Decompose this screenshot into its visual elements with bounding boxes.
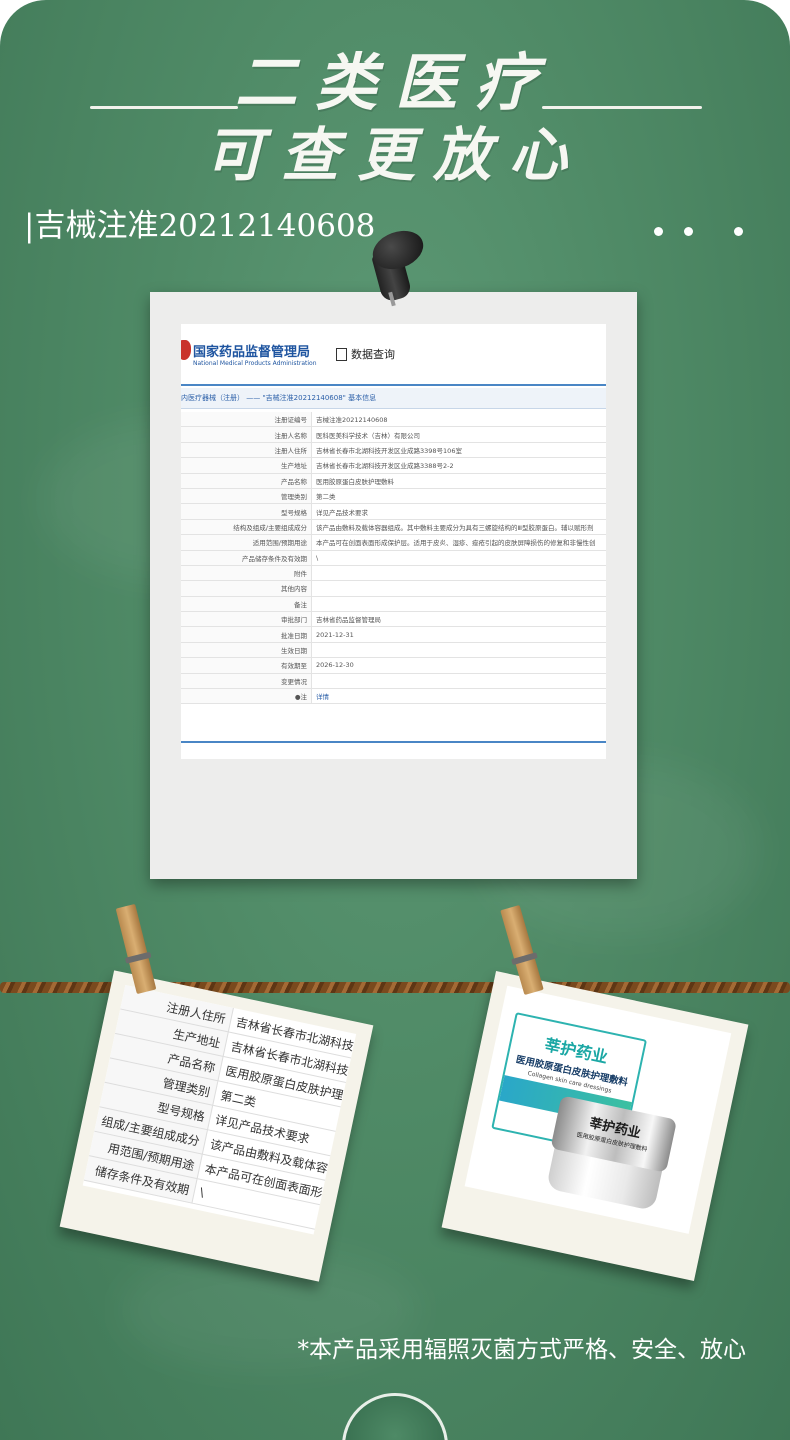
table-row: ●注 详情	[181, 688, 606, 705]
table-row: 生效日期	[181, 642, 606, 659]
clothespin-spring	[511, 952, 538, 966]
logo-english: National Medical Products Administration	[193, 360, 317, 367]
row-value: 吉林省长春市北湖科技开发区业成路3388号2-2	[311, 457, 606, 474]
logo-chinese: 国家药品监督管理局	[193, 345, 311, 360]
row-label: 产品储存条件及有效期	[181, 550, 312, 566]
registry-footer-line	[181, 741, 606, 743]
row-label: 型号规格	[181, 503, 312, 520]
registry-screenshot: 国家药品监督管理局 National Medical Products Admi…	[181, 324, 606, 759]
row-label: 注册人住所	[181, 442, 312, 459]
page: 二类医疗 可查更放心 |吉械注准20212140608 国家药品监督管理局 Na…	[0, 0, 790, 1440]
row-value: 详见产品技术要求	[311, 503, 606, 520]
row-label: 变更情况	[181, 673, 312, 690]
row-label: 注册证编号	[181, 412, 312, 428]
dot-icon	[684, 227, 693, 236]
table-row: 备注	[181, 596, 606, 613]
row-label: 有效期至	[181, 657, 312, 674]
table-row: 结构及组成/主要组成成分 该产品由敷料及载体容器组成。其中敷料主要成分为具有三螺旋…	[181, 519, 606, 536]
pinned-photo: 国家药品监督管理局 National Medical Products Admi…	[150, 292, 637, 879]
row-value: 2026-12-30	[311, 657, 606, 674]
row-value: 该产品由敷料及载体容器组成。其中敷料主要成分为具有三螺旋结构的Ⅲ型胶原蛋白。辅以…	[311, 519, 606, 536]
row-value	[311, 642, 606, 659]
row-value: \	[311, 550, 606, 566]
row-value: 第二类	[311, 488, 606, 505]
row-label: 备注	[181, 596, 312, 613]
table-row: 注册人名称 医科医美科学技术（吉林）有限公司	[181, 426, 606, 443]
row-value	[311, 580, 606, 597]
polaroid-registry-closeup: 注册人住所 吉林省长春市北湖科技开 生产地址 吉林省长春市北湖科技开 产品名称 医用胶原蛋…	[59, 970, 374, 1282]
row-label: 结构及组成/主要组成成分	[181, 519, 312, 536]
row-value: 2021-12-31	[311, 626, 606, 643]
product-photo: 莘护药业 医用胶原蛋白皮肤护理敷料 Collagen skin care dre…	[464, 985, 732, 1234]
row-value	[311, 565, 606, 582]
row-value: 吉林省药品监督管理局	[311, 611, 606, 628]
bottom-circle-decoration	[342, 1393, 448, 1440]
row-label: 其他内容	[181, 580, 312, 597]
registration-number: |吉械注准20212140608	[24, 208, 376, 244]
chalkboard-background: 二类医疗 可查更放心 |吉械注准20212140608 国家药品监督管理局 Na…	[0, 0, 790, 1440]
table-row: 变更情况	[181, 673, 606, 690]
closeup-table: 注册人住所 吉林省长春市北湖科技开 生产地址 吉林省长春市北湖科技开 产品名称 医用胶原蛋…	[83, 984, 357, 1233]
row-label: ●注	[181, 688, 312, 705]
breadcrumb: 内医疗器械（注册） —— "吉械注准20212140608" 基本信息	[181, 388, 606, 409]
table-row: 管理类别 第二类	[181, 488, 606, 505]
row-label: 产品名称	[181, 473, 312, 489]
table-row: 其他内容	[181, 580, 606, 597]
table-row: 产品储存条件及有效期 \	[181, 550, 606, 566]
search-icon[interactable]	[336, 348, 347, 361]
table-row: 适用范围/预期用途 本产品可在创面表面形成保护层。适用于皮炎、湿疹、痤疮引起的皮肤…	[181, 534, 606, 551]
table-row: 批准日期 2021-12-31	[181, 626, 606, 643]
table-row: 注册人住所 吉林省长春市北湖科技开发区业成路3398号106室	[181, 442, 606, 459]
table-row: 审批部门 吉林省药品监督管理局	[181, 611, 606, 628]
dot-icon	[654, 227, 663, 236]
row-label: 生效日期	[181, 642, 312, 659]
title-line-2: 可查更放心	[204, 121, 585, 189]
row-value: 医用胶原蛋白皮肤护理敷料	[311, 473, 606, 489]
table-row: 型号规格 详见产品技术要求	[181, 503, 606, 520]
row-value: 吉械注准20212140608	[311, 412, 606, 428]
polaroid-product: 莘护药业 医用胶原蛋白皮肤护理敷料 Collagen skin care dre…	[441, 971, 749, 1281]
emblem-icon	[181, 340, 191, 360]
registration-detail-table: 注册证编号 吉械注准20212140608 注册人名称 医科医美科学技术（吉林）有限公…	[181, 412, 606, 705]
row-label: 适用范围/预期用途	[181, 534, 312, 551]
row-label: 管理类别	[181, 488, 312, 505]
table-row: 生产地址 吉林省长春市北湖科技开发区业成路3388号2-2	[181, 457, 606, 474]
row-label: 注册人名称	[181, 426, 312, 443]
table-row: 有效期至 2026-12-30	[181, 657, 606, 674]
row-label: 审批部门	[181, 611, 312, 628]
row-label: 生产地址	[181, 457, 312, 474]
table-row: 注册证编号 吉械注准20212140608	[181, 412, 606, 428]
row-label: 批准日期	[181, 626, 312, 643]
registry-closeup: 注册人住所 吉林省长春市北湖科技开 生产地址 吉林省长春市北湖科技开 产品名称 医用胶原蛋…	[82, 984, 357, 1235]
row-value	[311, 673, 606, 690]
table-row: 附件	[181, 565, 606, 582]
row-value: 医科医美科学技术（吉林）有限公司	[311, 426, 606, 443]
data-query-link[interactable]: 数据查询	[351, 346, 395, 362]
row-value: 吉林省长春市北湖科技开发区业成路3398号106室	[311, 442, 606, 459]
row-value: 本产品可在创面表面形成保护层。适用于皮炎、湿疹、痤疮引起的皮肤屏障损伤的修复和非…	[311, 534, 606, 551]
row-label: 附件	[181, 565, 312, 582]
sterilization-footnote: *本产品采用辐照灭菌方式严格、安全、放心	[297, 1337, 747, 1363]
dot-icon	[734, 227, 743, 236]
row-value[interactable]: 详情	[311, 688, 606, 705]
registry-header: 国家药品监督管理局 National Medical Products Admi…	[181, 324, 606, 386]
row-value	[311, 596, 606, 613]
clothespin-spring	[124, 951, 152, 964]
table-row: 产品名称 医用胶原蛋白皮肤护理敷料	[181, 473, 606, 489]
